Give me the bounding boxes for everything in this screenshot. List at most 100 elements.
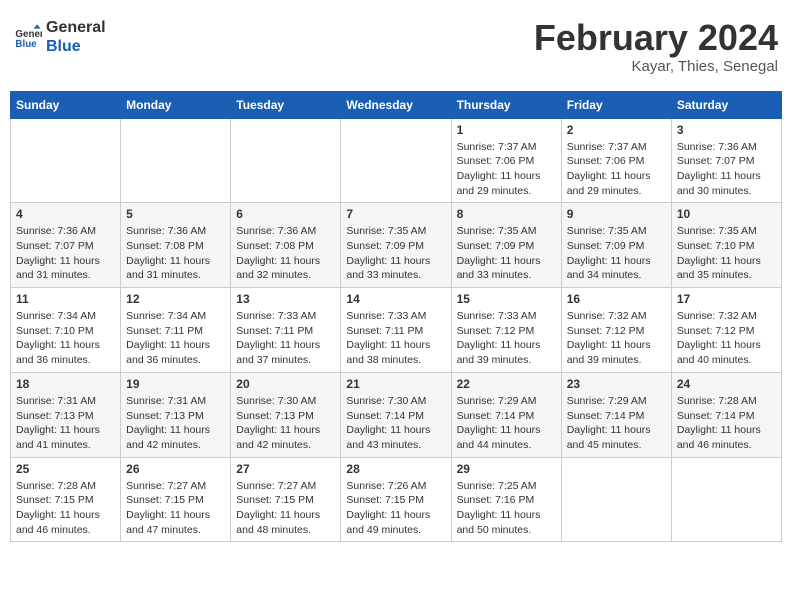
weekday-header-tuesday: Tuesday xyxy=(231,91,341,118)
day-info: Sunrise: 7:30 AM Sunset: 7:14 PM Dayligh… xyxy=(346,394,445,453)
calendar-cell: 28Sunrise: 7:26 AM Sunset: 7:15 PM Dayli… xyxy=(341,457,451,542)
calendar-cell: 13 Sunrise: 7:33 AM Sunset: 7:11 PM Dayli… xyxy=(231,288,341,373)
svg-text:Blue: Blue xyxy=(15,39,37,50)
calendar-cell: 7 Sunrise: 7:35 AM Sunset: 7:09 PM Daylig… xyxy=(341,203,451,288)
day-info: Sunrise: 7:35 AM Sunset: 7:09 PM Dayligh… xyxy=(457,224,556,283)
month-year-title: February 2024 xyxy=(534,18,778,58)
calendar-cell: 20 Sunrise: 7:30 AM Sunset: 7:13 PM Dayli… xyxy=(231,372,341,457)
location-subtitle: Kayar, Thies, Senegal xyxy=(534,58,778,75)
day-info: Sunrise: 7:37 AM Sunset: 7:06 PM Dayligh… xyxy=(567,140,666,199)
logo: General Blue General Blue xyxy=(14,18,106,56)
weekday-header-sunday: Sunday xyxy=(11,91,121,118)
calendar-cell xyxy=(231,118,341,203)
day-info: Sunrise: 7:35 AM Sunset: 7:09 PM Dayligh… xyxy=(567,224,666,283)
calendar-cell: 2 Sunrise: 7:37 AM Sunset: 7:06 PM Daylig… xyxy=(561,118,671,203)
day-number: 8 xyxy=(457,207,556,221)
day-info: Sunrise: 7:31 AM Sunset: 7:13 PM Dayligh… xyxy=(16,394,115,453)
day-info: Sunrise: 7:29 AM Sunset: 7:14 PM Dayligh… xyxy=(457,394,556,453)
day-info: Sunrise: 7:33 AM Sunset: 7:11 PM Dayligh… xyxy=(236,309,335,368)
calendar-cell: 3 Sunrise: 7:36 AM Sunset: 7:07 PM Daylig… xyxy=(671,118,781,203)
day-info: Sunrise: 7:36 AM Sunset: 7:07 PM Dayligh… xyxy=(16,224,115,283)
day-number: 11 xyxy=(16,292,115,306)
day-number: 17 xyxy=(677,292,776,306)
calendar-cell: 15 Sunrise: 7:33 AM Sunset: 7:12 PM Dayli… xyxy=(451,288,561,373)
day-info: Sunrise: 7:27 AM Sunset: 7:15 PM Dayligh… xyxy=(236,479,335,538)
calendar-cell: 5 Sunrise: 7:36 AM Sunset: 7:08 PM Daylig… xyxy=(121,203,231,288)
day-info: Sunrise: 7:30 AM Sunset: 7:13 PM Dayligh… xyxy=(236,394,335,453)
calendar-cell: 22 Sunrise: 7:29 AM Sunset: 7:14 PM Dayli… xyxy=(451,372,561,457)
weekday-header-row: SundayMondayTuesdayWednesdayThursdayFrid… xyxy=(11,91,782,118)
day-info: Sunrise: 7:34 AM Sunset: 7:10 PM Dayligh… xyxy=(16,309,115,368)
day-number: 10 xyxy=(677,207,776,221)
day-info: Sunrise: 7:35 AM Sunset: 7:09 PM Dayligh… xyxy=(346,224,445,283)
day-info: Sunrise: 7:32 AM Sunset: 7:12 PM Dayligh… xyxy=(677,309,776,368)
day-number: 6 xyxy=(236,207,335,221)
day-info: Sunrise: 7:29 AM Sunset: 7:14 PM Dayligh… xyxy=(567,394,666,453)
week-row-3: 11 Sunrise: 7:34 AM Sunset: 7:10 PM Dayli… xyxy=(11,288,782,373)
day-number: 18 xyxy=(16,377,115,391)
day-info: Sunrise: 7:27 AM Sunset: 7:15 PM Dayligh… xyxy=(126,479,225,538)
calendar-cell: 9 Sunrise: 7:35 AM Sunset: 7:09 PM Daylig… xyxy=(561,203,671,288)
day-number: 14 xyxy=(346,292,445,306)
day-info: Sunrise: 7:36 AM Sunset: 7:07 PM Dayligh… xyxy=(677,140,776,199)
day-info: Sunrise: 7:28 AM Sunset: 7:14 PM Dayligh… xyxy=(677,394,776,453)
logo-icon: General Blue xyxy=(14,23,42,51)
calendar-cell: 16Sunrise: 7:32 AM Sunset: 7:12 PM Dayli… xyxy=(561,288,671,373)
day-number: 22 xyxy=(457,377,556,391)
day-info: Sunrise: 7:36 AM Sunset: 7:08 PM Dayligh… xyxy=(236,224,335,283)
day-number: 23 xyxy=(567,377,666,391)
page-header: General Blue General Blue February 2024 … xyxy=(10,10,782,83)
logo-general: General xyxy=(46,18,106,37)
day-info: Sunrise: 7:31 AM Sunset: 7:13 PM Dayligh… xyxy=(126,394,225,453)
day-number: 19 xyxy=(126,377,225,391)
calendar-cell: 19 Sunrise: 7:31 AM Sunset: 7:13 PM Dayli… xyxy=(121,372,231,457)
calendar-cell: 25 Sunrise: 7:28 AM Sunset: 7:15 PM Dayli… xyxy=(11,457,121,542)
day-number: 9 xyxy=(567,207,666,221)
calendar-cell: 29Sunrise: 7:25 AM Sunset: 7:16 PM Dayli… xyxy=(451,457,561,542)
day-info: Sunrise: 7:25 AM Sunset: 7:16 PM Dayligh… xyxy=(457,479,556,538)
day-number: 15 xyxy=(457,292,556,306)
day-number: 4 xyxy=(16,207,115,221)
calendar-cell xyxy=(121,118,231,203)
calendar-cell xyxy=(11,118,121,203)
day-number: 25 xyxy=(16,462,115,476)
weekday-header-saturday: Saturday xyxy=(671,91,781,118)
day-number: 12 xyxy=(126,292,225,306)
weekday-header-monday: Monday xyxy=(121,91,231,118)
day-info: Sunrise: 7:37 AM Sunset: 7:06 PM Dayligh… xyxy=(457,140,556,199)
title-block: February 2024 Kayar, Thies, Senegal xyxy=(534,18,778,75)
calendar-cell: 4 Sunrise: 7:36 AM Sunset: 7:07 PM Daylig… xyxy=(11,203,121,288)
day-number: 7 xyxy=(346,207,445,221)
week-row-1: 1Sunrise: 7:37 AM Sunset: 7:06 PM Daylig… xyxy=(11,118,782,203)
day-info: Sunrise: 7:26 AM Sunset: 7:15 PM Dayligh… xyxy=(346,479,445,538)
week-row-5: 25 Sunrise: 7:28 AM Sunset: 7:15 PM Dayli… xyxy=(11,457,782,542)
calendar-cell: 1Sunrise: 7:37 AM Sunset: 7:06 PM Daylig… xyxy=(451,118,561,203)
day-number: 24 xyxy=(677,377,776,391)
day-number: 26 xyxy=(126,462,225,476)
day-info: Sunrise: 7:28 AM Sunset: 7:15 PM Dayligh… xyxy=(16,479,115,538)
calendar-cell: 27Sunrise: 7:27 AM Sunset: 7:15 PM Dayli… xyxy=(231,457,341,542)
day-info: Sunrise: 7:35 AM Sunset: 7:10 PM Dayligh… xyxy=(677,224,776,283)
week-row-4: 18 Sunrise: 7:31 AM Sunset: 7:13 PM Dayli… xyxy=(11,372,782,457)
weekday-header-friday: Friday xyxy=(561,91,671,118)
day-info: Sunrise: 7:33 AM Sunset: 7:11 PM Dayligh… xyxy=(346,309,445,368)
day-info: Sunrise: 7:33 AM Sunset: 7:12 PM Dayligh… xyxy=(457,309,556,368)
week-row-2: 4 Sunrise: 7:36 AM Sunset: 7:07 PM Daylig… xyxy=(11,203,782,288)
calendar-cell: 24 Sunrise: 7:28 AM Sunset: 7:14 PM Dayli… xyxy=(671,372,781,457)
day-number: 5 xyxy=(126,207,225,221)
day-number: 20 xyxy=(236,377,335,391)
calendar-cell: 12Sunrise: 7:34 AM Sunset: 7:11 PM Dayli… xyxy=(121,288,231,373)
calendar-cell: 6 Sunrise: 7:36 AM Sunset: 7:08 PM Daylig… xyxy=(231,203,341,288)
calendar-cell: 26 Sunrise: 7:27 AM Sunset: 7:15 PM Dayli… xyxy=(121,457,231,542)
day-number: 2 xyxy=(567,123,666,137)
calendar-cell xyxy=(671,457,781,542)
weekday-header-thursday: Thursday xyxy=(451,91,561,118)
day-number: 13 xyxy=(236,292,335,306)
calendar-cell: 21Sunrise: 7:30 AM Sunset: 7:14 PM Dayli… xyxy=(341,372,451,457)
day-info: Sunrise: 7:32 AM Sunset: 7:12 PM Dayligh… xyxy=(567,309,666,368)
calendar-cell xyxy=(561,457,671,542)
day-info: Sunrise: 7:36 AM Sunset: 7:08 PM Dayligh… xyxy=(126,224,225,283)
day-number: 3 xyxy=(677,123,776,137)
calendar-cell: 10 Sunrise: 7:35 AM Sunset: 7:10 PM Dayli… xyxy=(671,203,781,288)
weekday-header-wednesday: Wednesday xyxy=(341,91,451,118)
